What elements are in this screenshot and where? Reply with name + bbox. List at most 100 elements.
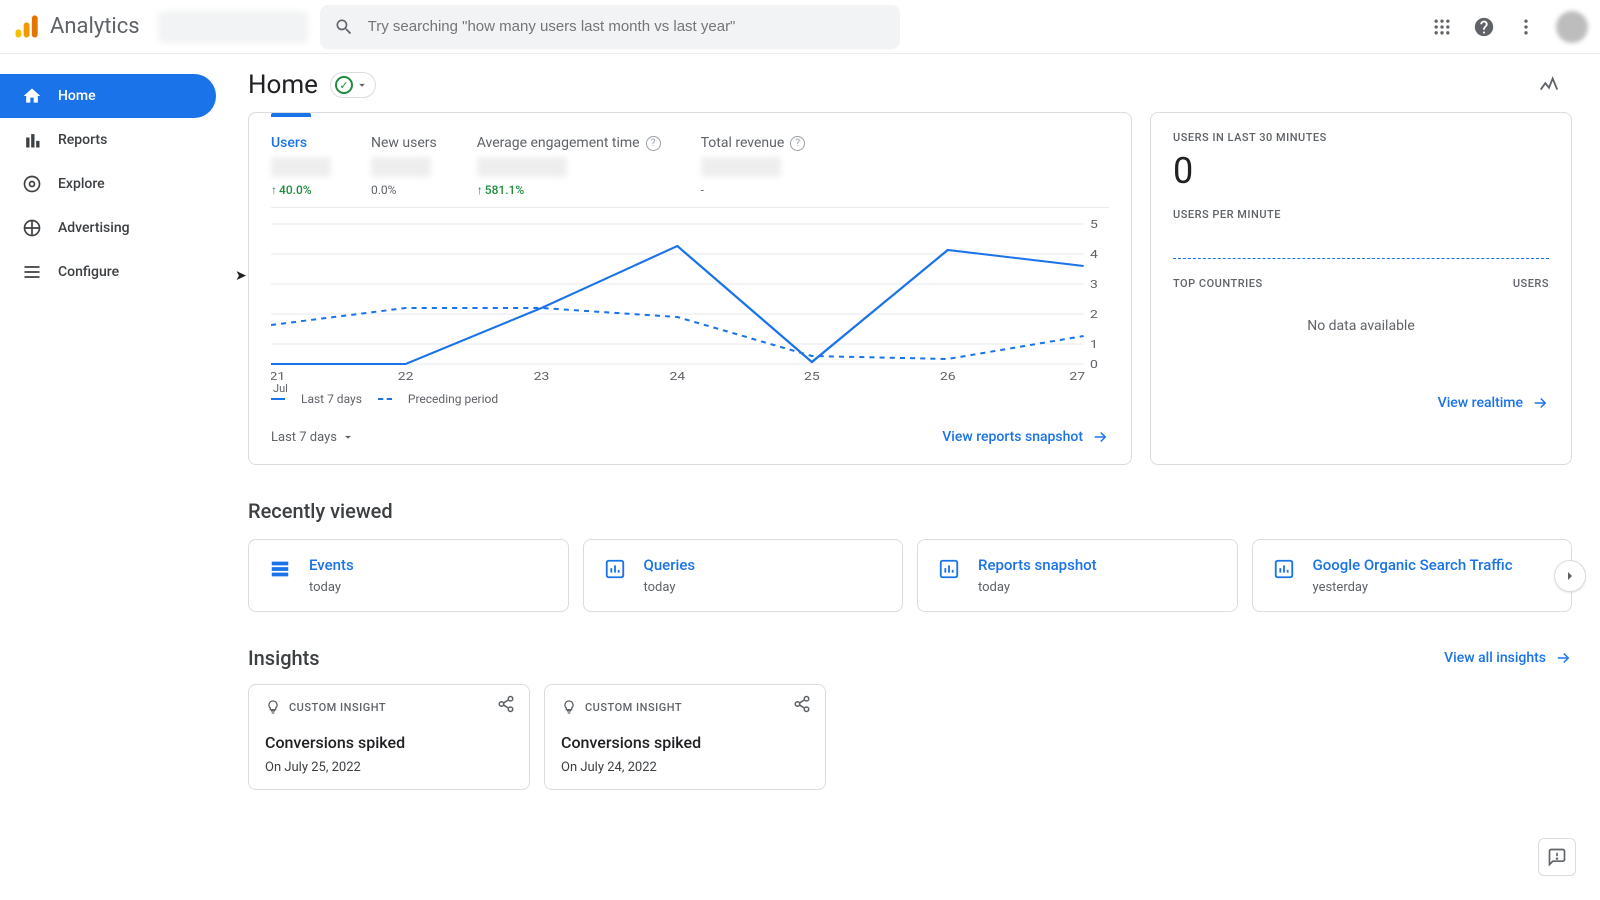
rt-no-data: No data available — [1173, 318, 1549, 334]
main-content: Home ✓ Users ↑ 40.0% — [220, 54, 1600, 900]
svg-text:27: 27 — [1069, 370, 1085, 383]
help-icon[interactable]: ? — [646, 136, 661, 151]
explore-icon — [22, 174, 42, 194]
insight-tag: CUSTOM INSIGHT — [265, 699, 513, 715]
metric-revenue[interactable]: Total revenue ? - — [701, 135, 806, 197]
svg-text:4: 4 — [1090, 248, 1098, 261]
sidebar-item-label: Advertising — [58, 220, 130, 236]
arrow-right-icon — [1554, 649, 1572, 667]
rt-upm-sparkline — [1173, 229, 1549, 259]
rt-users-label: USERS IN LAST 30 MINUTES — [1173, 131, 1549, 144]
arrow-right-icon — [1531, 394, 1549, 412]
metric-delta: ↑ 40.0% — [271, 183, 331, 197]
legend-dashed-icon — [378, 398, 392, 400]
bar-chart-icon — [22, 130, 42, 150]
svg-text:0: 0 — [1090, 358, 1098, 371]
property-selector[interactable] — [158, 11, 308, 43]
legend-solid-icon — [271, 398, 285, 400]
sidebar-item-label: Reports — [58, 132, 107, 148]
search-box[interactable] — [320, 5, 900, 49]
x-axis-month: Jul — [273, 382, 1109, 395]
view-reports-snapshot-link[interactable]: View reports snapshot — [942, 428, 1109, 446]
metric-delta: ↑ 581.1% — [477, 183, 661, 197]
sidebar-item-label: Home — [58, 88, 96, 104]
home-icon — [22, 86, 42, 106]
feedback-icon — [1547, 847, 1567, 867]
rv-card-organic-search[interactable]: Google Organic Search Trafficyesterday — [1252, 539, 1573, 612]
help-icon[interactable]: ? — [790, 136, 805, 151]
series-current — [271, 246, 1084, 364]
rv-card-events[interactable]: Eventstoday — [248, 539, 569, 612]
insight-title: Conversions spiked — [561, 733, 809, 752]
metric-engagement[interactable]: Average engagement time ? ↑ 581.1% — [477, 135, 661, 197]
view-all-insights-link[interactable]: View all insights — [1444, 649, 1572, 667]
overflow-icon[interactable] — [1514, 15, 1538, 39]
metric-value-blurred — [477, 157, 567, 177]
insight-title: Conversions spiked — [265, 733, 513, 752]
date-range-picker[interactable]: Last 7 days — [271, 430, 355, 445]
rv-card-queries[interactable]: Queriestoday — [583, 539, 904, 612]
top-actions — [1430, 11, 1588, 43]
share-icon[interactable] — [497, 695, 515, 713]
chevron-right-icon — [1562, 568, 1578, 584]
insight-card[interactable]: CUSTOM INSIGHT Conversions spiked On Jul… — [248, 684, 530, 790]
svg-text:3: 3 — [1090, 278, 1098, 291]
feedback-button[interactable] — [1538, 838, 1576, 876]
svg-text:24: 24 — [669, 370, 685, 383]
svg-text:25: 25 — [804, 370, 820, 383]
bar-chart-icon — [936, 556, 962, 582]
analytics-logo-icon — [12, 13, 40, 41]
view-realtime-link[interactable]: View realtime — [1438, 394, 1549, 412]
arrow-right-icon — [1091, 428, 1109, 446]
table-icon — [267, 556, 293, 582]
svg-text:5: 5 — [1090, 218, 1098, 231]
realtime-card: USERS IN LAST 30 MINUTES 0 USERS PER MIN… — [1150, 112, 1572, 465]
series-preceding — [271, 308, 1084, 359]
sidebar-item-label: Configure — [58, 264, 119, 280]
rt-upm-label: USERS PER MINUTE — [1173, 208, 1549, 221]
sidebar: Home Reports Explore Advertising Configu… — [0, 54, 220, 900]
metric-tabs: Users ↑ 40.0% New users 0.0% Average eng… — [271, 131, 1109, 208]
top-bar: Analytics — [0, 0, 1600, 54]
insights-spark-icon[interactable] — [1538, 74, 1560, 96]
page-title: Home — [248, 70, 318, 100]
chevron-down-icon — [355, 78, 369, 92]
metric-value-blurred — [701, 157, 781, 177]
product-logo[interactable]: Analytics — [12, 13, 140, 41]
search-icon — [334, 17, 354, 37]
metric-value-blurred — [371, 157, 431, 177]
lightbulb-icon — [265, 699, 281, 715]
lightbulb-icon — [561, 699, 577, 715]
insight-card[interactable]: CUSTOM INSIGHT Conversions spiked On Jul… — [544, 684, 826, 790]
active-tab-indicator — [271, 113, 311, 117]
sidebar-item-explore[interactable]: Explore — [0, 162, 216, 206]
sidebar-item-configure[interactable]: Configure — [0, 250, 216, 294]
svg-text:1: 1 — [1090, 338, 1098, 351]
sidebar-item-advertising[interactable]: Advertising — [0, 206, 216, 250]
overview-card: Users ↑ 40.0% New users 0.0% Average eng… — [248, 112, 1132, 465]
metric-new-users[interactable]: New users 0.0% — [371, 135, 437, 197]
recently-viewed-row: Eventstoday Queriestoday Reports snapsho… — [248, 539, 1572, 612]
megaphone-icon — [22, 218, 42, 238]
search-input[interactable] — [368, 18, 886, 35]
rt-top-countries-label: TOP COUNTRIES — [1173, 277, 1263, 290]
rv-next-button[interactable] — [1554, 560, 1586, 592]
sidebar-item-reports[interactable]: Reports — [0, 118, 216, 162]
svg-text:2: 2 — [1090, 308, 1098, 321]
chevron-down-icon — [341, 430, 355, 444]
product-name: Analytics — [50, 14, 140, 39]
share-icon[interactable] — [793, 695, 811, 713]
rv-card-snapshot[interactable]: Reports snapshottoday — [917, 539, 1238, 612]
insights-row: CUSTOM INSIGHT Conversions spiked On Jul… — [248, 684, 1572, 790]
sidebar-item-home[interactable]: Home — [0, 74, 216, 118]
metric-users[interactable]: Users ↑ 40.0% — [271, 135, 331, 197]
rt-users-col: USERS — [1513, 277, 1549, 290]
apps-icon[interactable] — [1430, 15, 1454, 39]
avatar[interactable] — [1556, 11, 1588, 43]
recently-viewed-title: Recently viewed — [248, 499, 1572, 523]
metric-delta: 0.0% — [371, 183, 437, 197]
insight-date: On July 25, 2022 — [265, 760, 513, 775]
metric-value-blurred — [271, 157, 331, 177]
help-icon[interactable] — [1472, 15, 1496, 39]
status-chip[interactable]: ✓ — [330, 72, 376, 98]
